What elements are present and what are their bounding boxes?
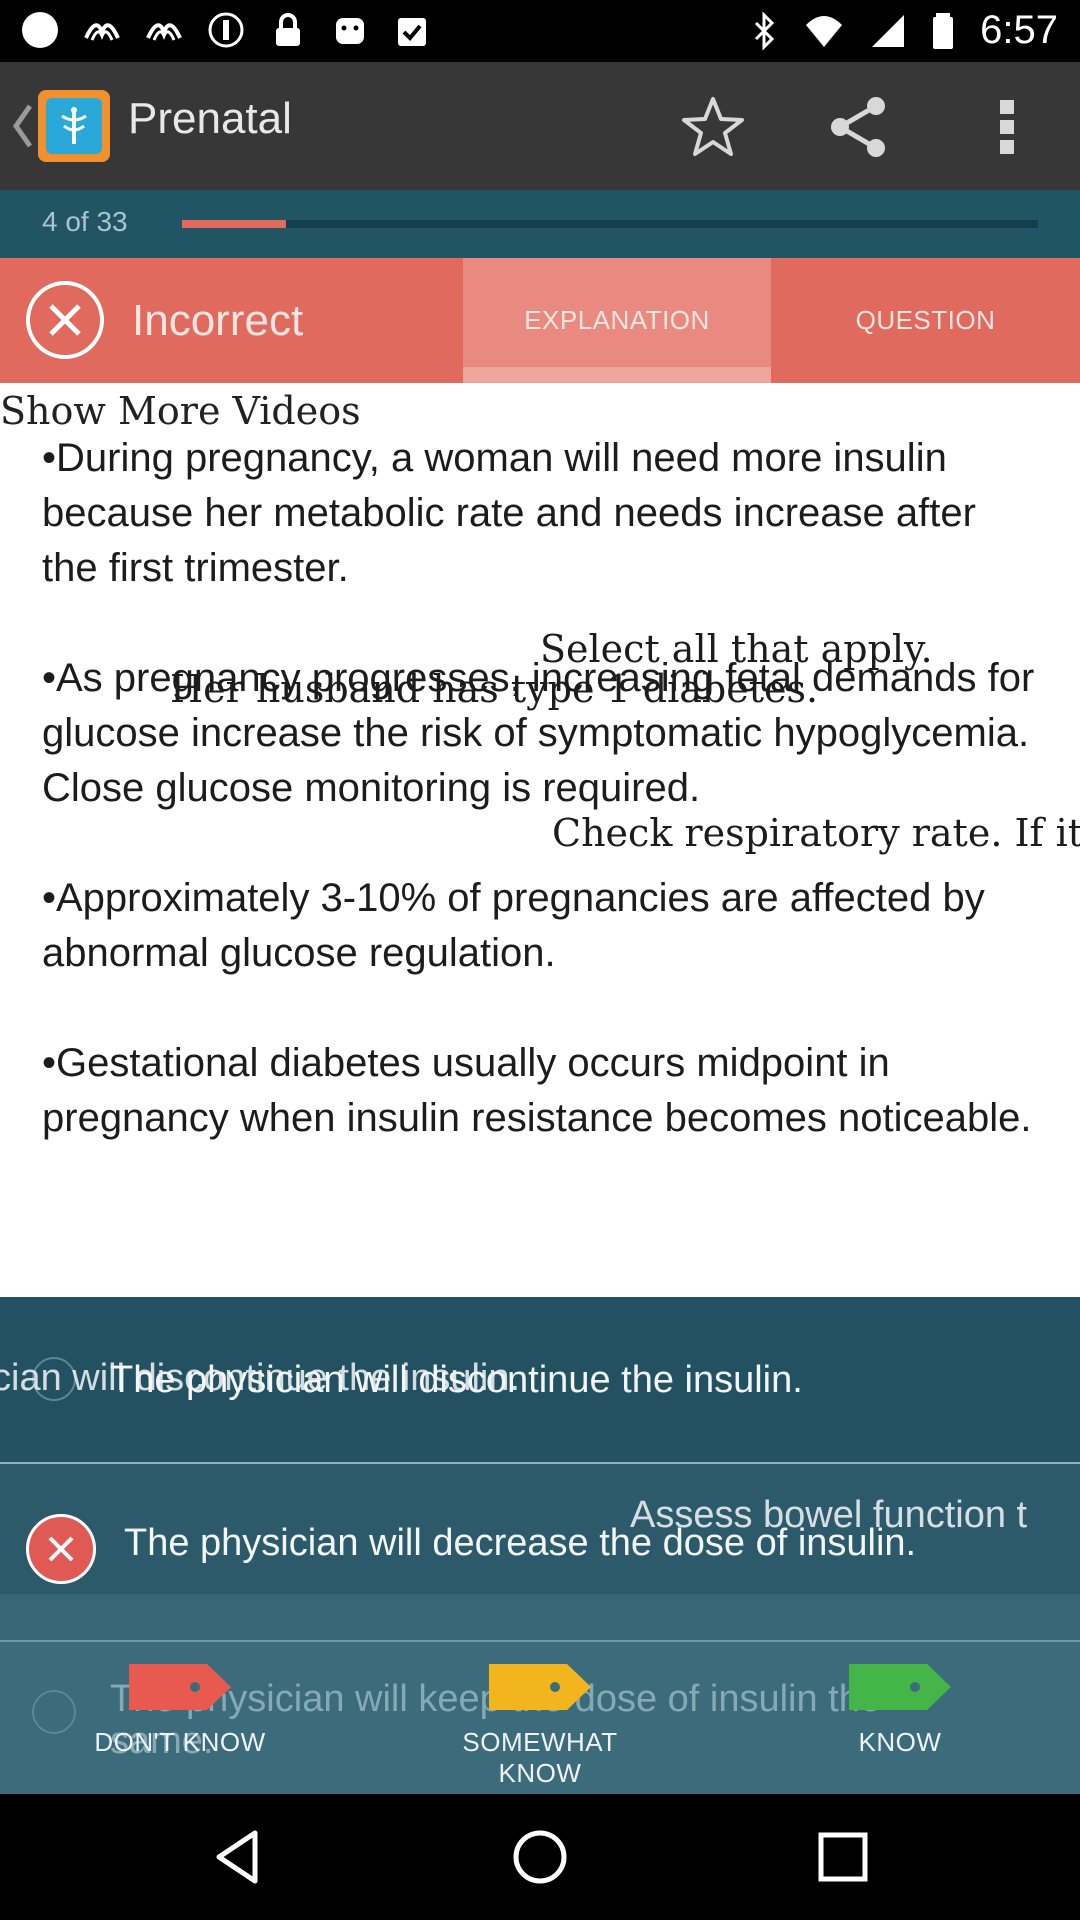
overlay-text: Her husband has type 1 diabetes. xyxy=(170,667,819,711)
dont-know-label: DON'T KNOW xyxy=(94,1727,266,1757)
know-button[interactable]: KNOW xyxy=(780,1660,1020,1770)
answer-option-1-text: The physician will discontinue the insul… xyxy=(110,1359,803,1401)
clipboard-icon xyxy=(392,10,432,50)
app-title: Prenatal xyxy=(128,94,292,143)
answer-option-1[interactable]: cian will discontinue the insulin. The p… xyxy=(0,1297,1080,1462)
explanation-panel: Show More Videos •During pregnancy, a wo… xyxy=(0,383,1080,1297)
back-triangle-icon[interactable] xyxy=(202,1822,272,1892)
tab-question[interactable]: QUESTION xyxy=(771,258,1080,383)
progress-label: 4 of 33 xyxy=(42,206,128,237)
dont-know-button[interactable]: DON'T KNOW xyxy=(60,1660,300,1770)
red-tag-icon xyxy=(129,1664,231,1710)
overflow-menu-icon[interactable] xyxy=(972,92,1042,162)
status-time: 6:57 xyxy=(980,8,1058,52)
green-tag-icon xyxy=(849,1664,951,1710)
answer-option-2[interactable]: Assess bowel function t The physician wi… xyxy=(0,1462,1080,1646)
share-icon[interactable] xyxy=(824,92,894,162)
navigation-bar xyxy=(0,1794,1080,1920)
signal-icon xyxy=(872,14,905,47)
tab-explanation[interactable]: EXPLANATION xyxy=(463,258,771,383)
back-chevron-icon[interactable] xyxy=(8,98,36,154)
battery-icon xyxy=(933,12,954,49)
somewhat-know-label: SOMEWHAT KNOW xyxy=(462,1727,618,1788)
home-circle-icon[interactable] xyxy=(505,1822,575,1892)
progress-bar xyxy=(182,220,1038,228)
somewhat-know-button[interactable]: SOMEWHAT KNOW xyxy=(420,1660,660,1788)
circle-icon xyxy=(20,10,60,50)
answer-divider-band xyxy=(0,1594,1080,1646)
explanation-paragraph: •Gestational diabetes usually occurs mid… xyxy=(42,1041,1032,1140)
bird-icon xyxy=(144,10,184,50)
know-label: KNOW xyxy=(858,1727,942,1757)
overlay-text: Select all that apply. xyxy=(540,627,933,671)
status-icons-left xyxy=(20,10,432,50)
show-more-videos-link[interactable]: Show More Videos xyxy=(0,389,361,433)
app-bar: Prenatal xyxy=(0,62,1080,190)
incorrect-x-icon xyxy=(26,281,104,359)
overlay-text: Check respiratory rate. If it's xyxy=(552,811,1080,855)
status-bar: 6:57 xyxy=(0,0,1080,62)
yellow-tag-icon xyxy=(489,1664,591,1710)
status-icons-right: 6:57 xyxy=(750,8,1058,53)
result-bar: Incorrect EXPLANATION QUESTION xyxy=(0,258,1080,383)
explanation-paragraph: •Approximately 3-10% of pregnancies are … xyxy=(42,876,985,975)
progress-row: 4 of 33 xyxy=(0,190,1080,258)
wifi-icon xyxy=(806,15,843,47)
bird-icon xyxy=(82,10,122,50)
tab-selected-indicator xyxy=(463,367,771,383)
lock-icon xyxy=(268,10,308,50)
answer-option-2-text: The physician will decrease the dose of … xyxy=(124,1522,917,1564)
recents-square-icon[interactable] xyxy=(808,1822,878,1892)
bluetooth-icon xyxy=(755,10,775,51)
progress-fill xyxy=(182,220,286,228)
download-icon xyxy=(206,10,246,50)
app-logo-icon[interactable] xyxy=(38,90,110,162)
wrong-answer-icon xyxy=(26,1514,96,1584)
tab-explanation-label: EXPLANATION xyxy=(524,305,710,335)
tab-question-label: QUESTION xyxy=(855,305,996,335)
explanation-paragraph: •During pregnancy, a woman will need mor… xyxy=(42,436,976,590)
result-label: Incorrect xyxy=(132,296,304,345)
star-icon[interactable] xyxy=(678,92,748,162)
android-icon xyxy=(330,10,370,50)
